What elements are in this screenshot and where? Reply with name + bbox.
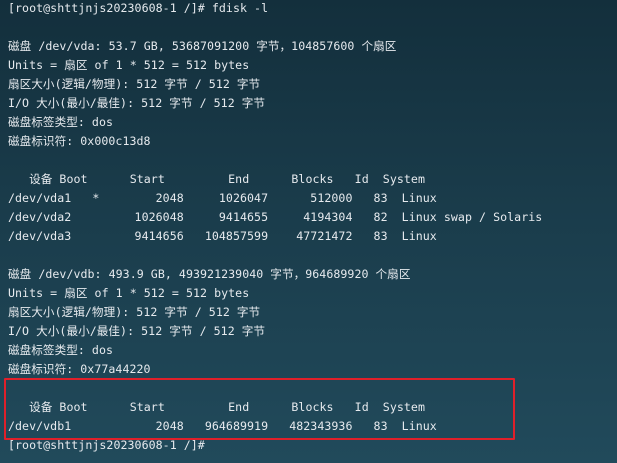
- vda-identifier: 磁盘标识符: 0x000c13d8: [8, 134, 151, 148]
- vdb-partition-header: 设备 Boot Start End Blocks Id System: [8, 400, 425, 414]
- vda-disk-info: 磁盘 /dev/vda: 53.7 GB, 53687091200 字节，104…: [8, 39, 397, 53]
- vdb-identifier: 磁盘标识符: 0x77a44220: [8, 362, 151, 376]
- vdb1-row: /dev/vdb1 2048 964689919 482343936 83 Li…: [8, 419, 437, 433]
- vda3-row: /dev/vda3 9414656 104857599 47721472 83 …: [8, 229, 437, 243]
- vda1-row: /dev/vda1 * 2048 1026047 512000 83 Linux: [8, 191, 437, 205]
- vda-partition-header: 设备 Boot Start End Blocks Id System: [8, 172, 425, 186]
- vda-sector-size: 扇区大小(逻辑/物理): 512 字节 / 512 字节: [8, 77, 261, 91]
- terminal-window[interactable]: [root@shttjnjs20230608-1 /]# fdisk -l 磁盘…: [0, 0, 617, 463]
- vda-units: Units = 扇区 of 1 * 512 = 512 bytes: [8, 58, 250, 72]
- vdb-sector-size: 扇区大小(逻辑/物理): 512 字节 / 512 字节: [8, 305, 261, 319]
- prompt-line: [root@shttjnjs20230608-1 /]# fdisk -l: [8, 1, 269, 15]
- vda-label-type: 磁盘标签类型: dos: [8, 115, 114, 129]
- vda-io-size: I/O 大小(最小/最佳): 512 字节 / 512 字节: [8, 96, 266, 110]
- prompt-line-current[interactable]: [root@shttjnjs20230608-1 /]#: [8, 438, 205, 453]
- vda2-row: /dev/vda2 1026048 9414655 4194304 82 Lin…: [8, 210, 543, 224]
- vdb-units: Units = 扇区 of 1 * 512 = 512 bytes: [8, 286, 250, 300]
- vdb-io-size: I/O 大小(最小/最佳): 512 字节 / 512 字节: [8, 324, 266, 338]
- vdb-disk-info: 磁盘 /dev/vdb: 493.9 GB, 493921239040 字节，9…: [8, 267, 411, 281]
- vdb-label-type: 磁盘标签类型: dos: [8, 343, 114, 357]
